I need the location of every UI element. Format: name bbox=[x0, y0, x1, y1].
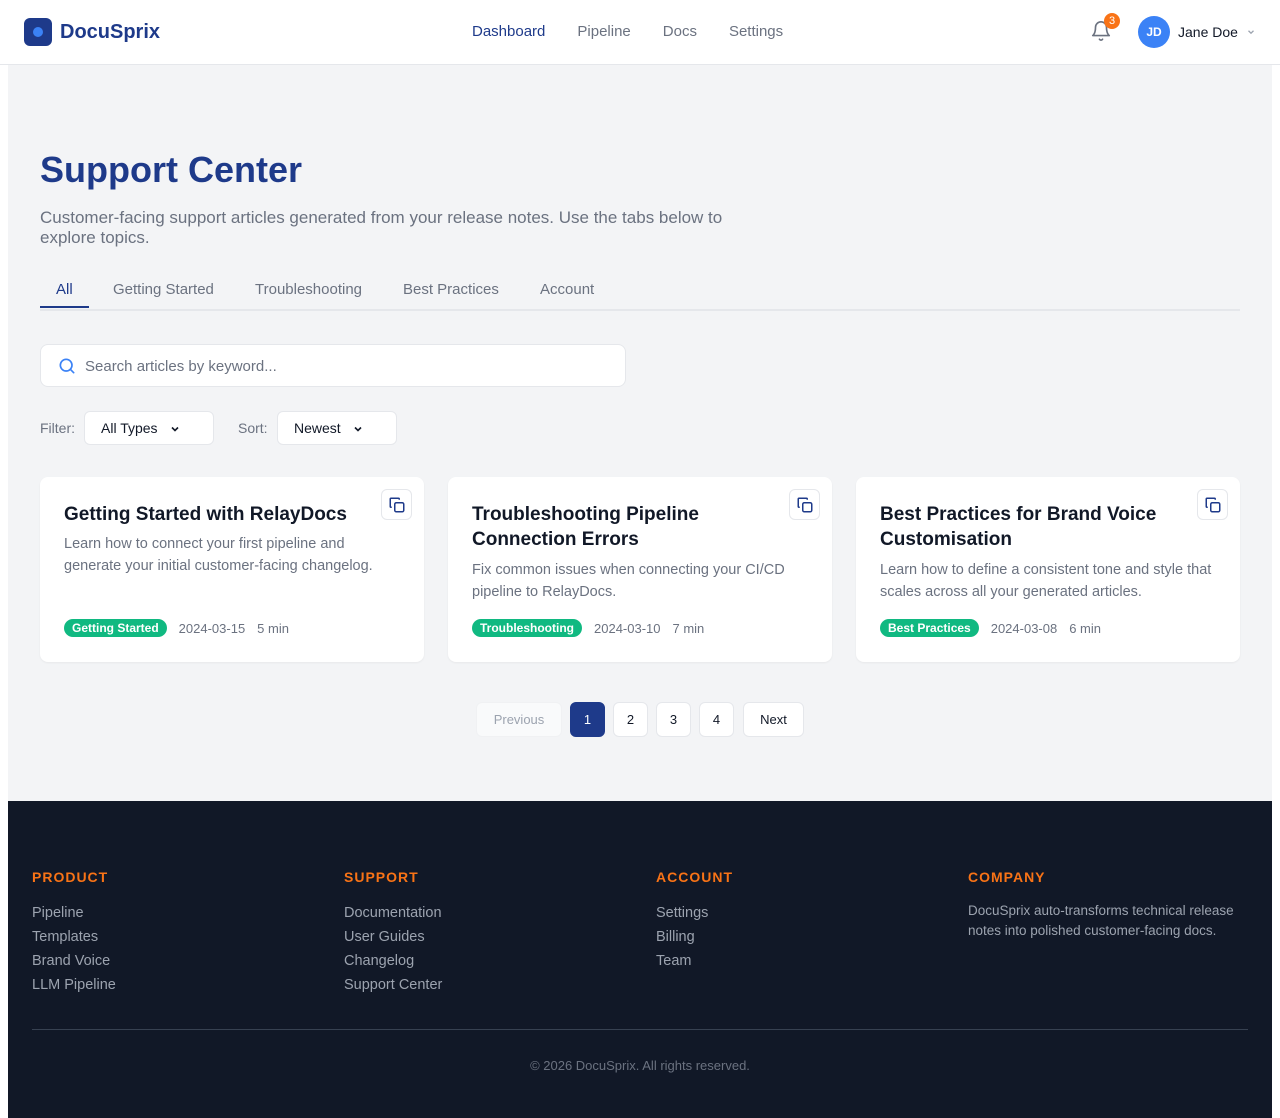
copyright: © 2026 DocuSprix. All rights reserved. bbox=[530, 1058, 750, 1073]
nav-link-docs[interactable]: Docs bbox=[663, 23, 697, 41]
nav-link-dashboard[interactable]: Dashboard bbox=[472, 23, 545, 41]
sort-select-value: Newest bbox=[294, 420, 341, 436]
category-badge: Troubleshooting bbox=[472, 619, 582, 637]
tab-account[interactable]: Account bbox=[540, 281, 594, 299]
article-read-time: 5 min bbox=[257, 620, 289, 636]
sort-label: Sort: bbox=[238, 420, 268, 436]
copy-button[interactable] bbox=[1197, 489, 1228, 520]
footer-link[interactable]: Changelog bbox=[344, 949, 442, 973]
filter-label: Filter: bbox=[40, 420, 75, 436]
footer-link[interactable]: Documentation bbox=[344, 901, 442, 925]
tab-best-practices[interactable]: Best Practices bbox=[403, 281, 499, 299]
footer-link[interactable]: Pipeline bbox=[32, 901, 116, 925]
nav-link-settings[interactable]: Settings bbox=[729, 23, 783, 41]
user-name: Jane Doe bbox=[1178, 24, 1238, 40]
chevron-down-icon bbox=[1247, 30, 1254, 35]
footer-link[interactable]: Templates bbox=[32, 925, 116, 949]
article-meta: Troubleshooting 2024-03-10 7 min bbox=[472, 619, 704, 637]
page-subtitle: Customer-facing support articles generat… bbox=[40, 208, 723, 247]
category-badge: Best Practices bbox=[880, 619, 979, 637]
footer-column-support: SUPPORT Documentation User Guides Change… bbox=[344, 869, 442, 997]
article-title[interactable]: Best Practices for Brand Voice Customisa… bbox=[880, 502, 1200, 552]
article-description: Learn how to define a consistent tone an… bbox=[880, 562, 1212, 600]
next-page-button[interactable]: Next bbox=[743, 702, 804, 737]
footer-heading: PRODUCT bbox=[32, 869, 109, 885]
article-description: Fix common issues when connecting your C… bbox=[472, 562, 785, 600]
footer-heading: SUPPORT bbox=[344, 869, 419, 885]
page-button-1[interactable]: 1 bbox=[570, 702, 605, 737]
page-title: Support Center bbox=[40, 149, 303, 190]
article-date: 2024-03-15 bbox=[178, 620, 246, 636]
page-button-3[interactable]: 3 bbox=[656, 702, 691, 737]
tab-all[interactable]: All bbox=[56, 281, 73, 299]
previous-page-button[interactable]: Previous bbox=[476, 702, 562, 737]
active-tab-indicator bbox=[40, 306, 89, 308]
article-date: 2024-03-08 bbox=[990, 620, 1058, 636]
search-icon bbox=[59, 358, 75, 374]
site-footer: PRODUCT Pipeline Templates Brand Voice L… bbox=[8, 801, 1272, 1118]
filter-select-value: All Types bbox=[101, 420, 158, 436]
footer-link[interactable]: Team bbox=[656, 949, 733, 973]
article-description: Learn how to connect your first pipeline… bbox=[64, 536, 373, 574]
footer-link[interactable]: Settings bbox=[656, 901, 733, 925]
filter-select[interactable]: All Types bbox=[84, 411, 214, 445]
search-box bbox=[40, 344, 626, 387]
user-menu[interactable]: JD Jane Doe bbox=[1138, 16, 1256, 48]
footer-link[interactable]: Brand Voice bbox=[32, 949, 116, 973]
top-navbar: DocuSprix Dashboard Pipeline Docs Settin… bbox=[0, 0, 1280, 65]
copy-button[interactable] bbox=[789, 489, 820, 520]
footer-link[interactable]: User Guides bbox=[344, 925, 442, 949]
topic-tabs: All Getting Started Troubleshooting Best… bbox=[40, 271, 1240, 311]
main-nav: Dashboard Pipeline Docs Settings bbox=[472, 23, 815, 41]
footer-link[interactable]: Billing bbox=[656, 925, 733, 949]
brand[interactable]: DocuSprix bbox=[24, 18, 160, 46]
article-title[interactable]: Getting Started with RelayDocs bbox=[64, 502, 384, 527]
article-read-time: 7 min bbox=[672, 620, 705, 636]
page-button-2[interactable]: 2 bbox=[613, 702, 648, 737]
copy-icon bbox=[1205, 497, 1221, 513]
footer-link[interactable]: LLM Pipeline bbox=[32, 973, 116, 997]
article-date: 2024-03-10 bbox=[594, 620, 661, 636]
article-title[interactable]: Troubleshooting Pipeline Connection Erro… bbox=[472, 502, 792, 552]
main-content: Support Center Customer-facing support a… bbox=[8, 65, 1272, 801]
footer-heading: ACCOUNT bbox=[656, 869, 733, 885]
page-button-4[interactable]: 4 bbox=[699, 702, 734, 737]
copy-icon bbox=[389, 497, 405, 513]
tab-troubleshooting[interactable]: Troubleshooting bbox=[255, 281, 362, 299]
footer-divider bbox=[32, 1029, 1248, 1030]
article-meta: Best Practices 2024-03-08 6 min bbox=[880, 619, 1101, 637]
brand-name: DocuSprix bbox=[60, 21, 161, 43]
chevron-down-icon bbox=[354, 426, 362, 432]
footer-heading: COMPANY bbox=[968, 869, 1046, 885]
tab-getting-started[interactable]: Getting Started bbox=[113, 281, 214, 299]
sort-select[interactable]: Newest bbox=[277, 411, 397, 445]
category-badge: Getting Started bbox=[64, 619, 167, 637]
footer-column-company: COMPANY DocuSprix auto-transforms techni… bbox=[968, 869, 1248, 941]
footer-column-account: ACCOUNT Settings Billing Team bbox=[656, 869, 733, 973]
copy-icon bbox=[797, 497, 813, 513]
search-input[interactable] bbox=[85, 355, 605, 377]
company-description: DocuSprix auto-transforms technical rele… bbox=[968, 903, 1234, 938]
article-card[interactable]: Troubleshooting Pipeline Connection Erro… bbox=[448, 477, 832, 662]
brand-logo-icon bbox=[24, 18, 52, 46]
footer-link[interactable]: Support Center bbox=[344, 973, 442, 997]
avatar: JD bbox=[1138, 16, 1170, 48]
article-card[interactable]: Getting Started with RelayDocs Learn how… bbox=[40, 477, 424, 662]
nav-link-pipeline[interactable]: Pipeline bbox=[577, 23, 630, 41]
chevron-down-icon bbox=[171, 426, 179, 432]
footer-column-product: PRODUCT Pipeline Templates Brand Voice L… bbox=[32, 869, 116, 997]
article-read-time: 6 min bbox=[1069, 620, 1102, 636]
notification-badge: 3 bbox=[1104, 13, 1120, 29]
article-card[interactable]: Best Practices for Brand Voice Customisa… bbox=[856, 477, 1240, 662]
article-meta: Getting Started 2024-03-15 5 min bbox=[64, 619, 289, 637]
copy-button[interactable] bbox=[381, 489, 412, 520]
